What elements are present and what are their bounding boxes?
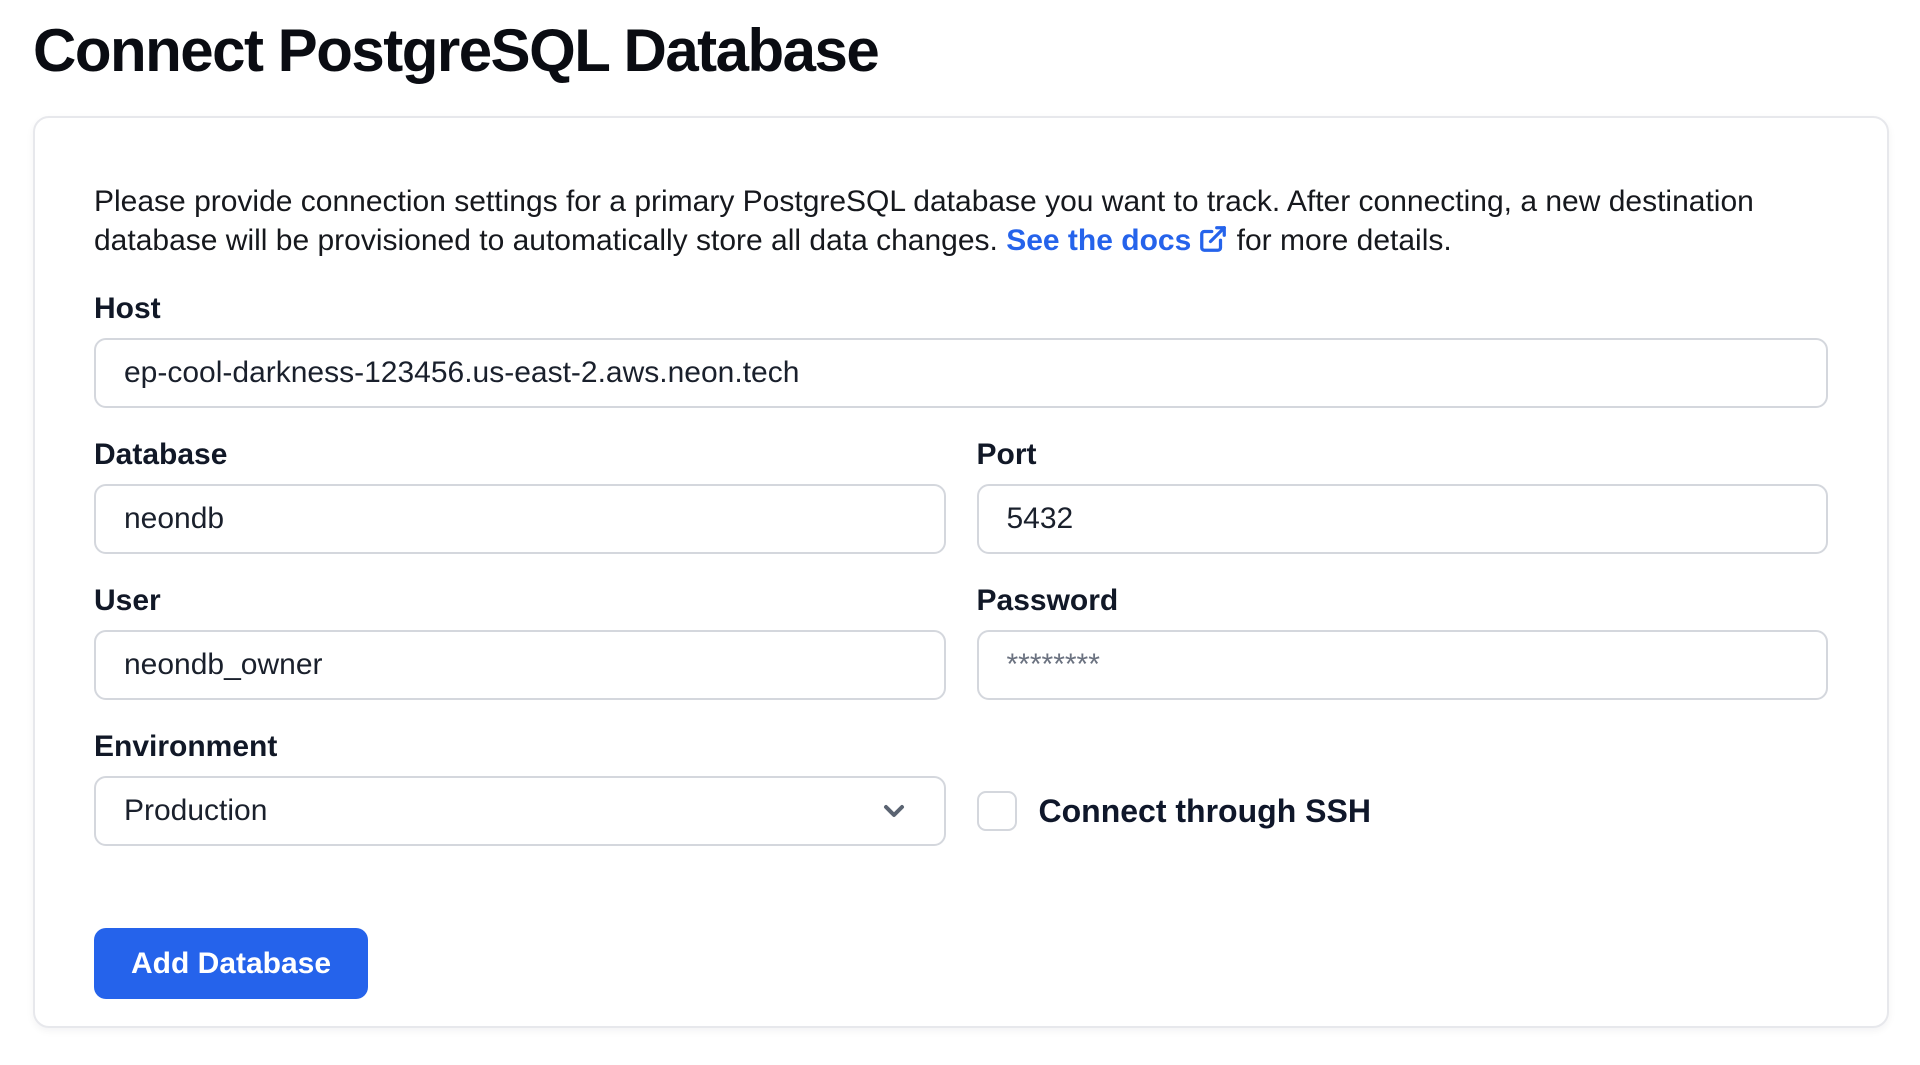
description-text: Please provide connection settings for a… [94, 182, 1828, 260]
password-input[interactable] [977, 630, 1829, 700]
user-label: User [94, 584, 946, 618]
port-field-group: Port [977, 438, 1829, 554]
user-field-group: User [94, 584, 946, 700]
docs-link-label: See the docs [1006, 224, 1191, 257]
password-label: Password [977, 584, 1829, 618]
description-before-link: Please provide connection settings for a… [94, 185, 1754, 257]
ssh-checkbox-group: Connect through SSH [977, 791, 1829, 831]
page-title: Connect PostgreSQL Database [33, 18, 1887, 84]
user-input[interactable] [94, 630, 946, 700]
environment-label: Environment [94, 730, 946, 764]
password-field-group: Password [977, 584, 1829, 700]
user-password-row: User Password [94, 584, 1828, 700]
environment-field-group: Environment Production [94, 730, 946, 846]
page: Connect PostgreSQL Database Please provi… [0, 0, 1920, 1028]
host-label: Host [94, 292, 1828, 326]
chevron-down-icon [878, 795, 910, 827]
host-input[interactable] [94, 338, 1828, 408]
description-after-link: for more details. [1228, 224, 1451, 257]
environment-select[interactable]: Production [94, 776, 946, 846]
see-the-docs-link[interactable]: See the docs [1006, 224, 1228, 257]
connection-settings-card: Please provide connection settings for a… [33, 116, 1889, 1028]
add-database-button[interactable]: Add Database [94, 928, 368, 999]
database-port-row: Database Port [94, 438, 1828, 554]
external-link-icon [1198, 224, 1228, 254]
ssh-checkbox-label[interactable]: Connect through SSH [1039, 793, 1371, 830]
port-label: Port [977, 438, 1829, 472]
environment-selected-value: Production [124, 794, 267, 828]
host-field-group: Host [94, 292, 1828, 408]
database-field-group: Database [94, 438, 946, 554]
port-input[interactable] [977, 484, 1829, 554]
database-input[interactable] [94, 484, 946, 554]
database-label: Database [94, 438, 946, 472]
environment-ssh-row: Environment Production Connect through S… [94, 730, 1828, 846]
ssh-checkbox[interactable] [977, 791, 1017, 831]
